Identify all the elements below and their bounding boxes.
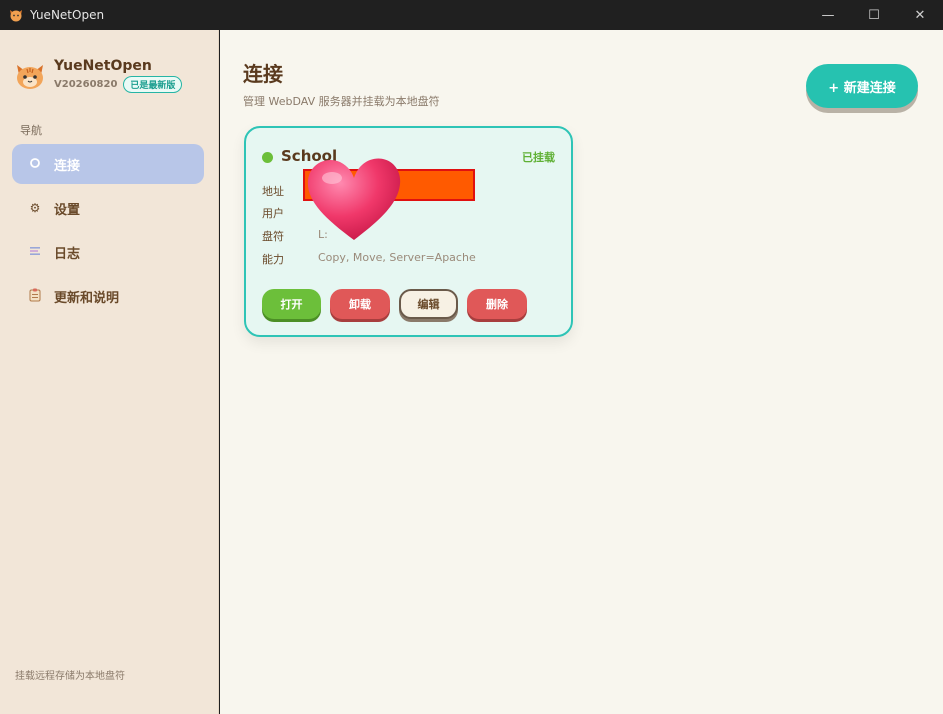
app-name: YueNetOpen	[54, 58, 152, 74]
log-icon	[28, 245, 42, 260]
nav-heading: 导航	[20, 124, 42, 137]
main-panel: 连接 管理 WebDAV 服务器并挂载为本地盘符 + 新建连接 School 已…	[220, 30, 943, 714]
sidebar-item-logs[interactable]: 日志	[12, 232, 204, 272]
heart-sticker-icon	[304, 156, 404, 244]
link-icon	[28, 157, 42, 172]
page-title: 连接	[243, 62, 283, 86]
open-button[interactable]: 打开	[262, 289, 321, 319]
edit-button[interactable]: 编辑	[399, 289, 458, 319]
cat-logo-icon	[8, 7, 24, 23]
sidebar-item-label: 设置	[54, 202, 81, 218]
sidebar-item-updates[interactable]: 更新和说明	[12, 276, 204, 316]
unmount-button[interactable]: 卸载	[330, 289, 390, 319]
field-value-capabilities: Copy, Move, Server=Apache	[318, 251, 476, 264]
cat-avatar-icon	[14, 60, 46, 92]
status-badge: 已挂载	[522, 151, 555, 164]
sidebar-item-connections[interactable]: 连接	[12, 144, 204, 184]
update-status-badge: 已是最新版	[123, 76, 183, 93]
sidebar-item-label: 更新和说明	[54, 290, 120, 306]
field-label-address: 地址	[262, 185, 284, 198]
connection-card[interactable]: School 已挂载 地址 用户 盘符 L: 能力 Copy, Move, Se…	[244, 126, 573, 337]
sidebar-footer: 挂载远程存储为本地盘符	[15, 671, 125, 682]
minimize-button[interactable]: —	[805, 0, 851, 30]
gear-icon: ⚙	[29, 201, 41, 215]
delete-button[interactable]: 删除	[467, 289, 527, 319]
brand: YueNetOpen V20260820 已是最新版	[14, 58, 183, 93]
sidebar-item-label: 日志	[54, 246, 81, 262]
window-title: YueNetOpen	[30, 8, 105, 22]
new-connection-button[interactable]: + 新建连接	[806, 64, 918, 108]
field-label-capabilities: 能力	[262, 253, 284, 266]
sidebar: YueNetOpen V20260820 已是最新版 导航 连接 ⚙ 设置 日志	[0, 30, 219, 714]
sidebar-item-settings[interactable]: ⚙ 设置	[12, 188, 204, 228]
title-bar: YueNetOpen — ☐ ✕	[0, 0, 943, 30]
close-button[interactable]: ✕	[897, 0, 943, 30]
maximize-button[interactable]: ☐	[851, 0, 897, 30]
app-version: V20260820	[54, 79, 118, 90]
page-subtitle: 管理 WebDAV 服务器并挂载为本地盘符	[243, 95, 440, 108]
field-label-user: 用户	[262, 207, 284, 220]
sidebar-item-label: 连接	[54, 158, 81, 174]
mounted-status-dot	[262, 152, 273, 163]
clipboard-icon	[28, 288, 42, 305]
field-label-drive: 盘符	[262, 230, 284, 243]
